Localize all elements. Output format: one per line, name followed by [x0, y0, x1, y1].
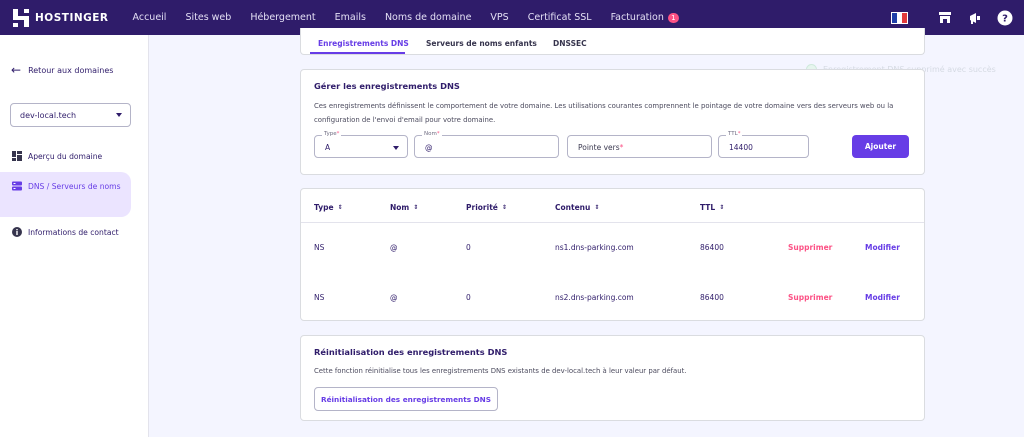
- chevron-down-icon: [116, 113, 122, 117]
- nav-hebergement[interactable]: Hébergement: [250, 12, 315, 23]
- nav-sites-web[interactable]: Sites web: [185, 12, 231, 23]
- row2-content: ns2.dns-parking.com: [555, 293, 634, 302]
- column-header-ttl[interactable]: TTL ⇕: [700, 203, 724, 212]
- tab-dnssec[interactable]: DNSSEC: [553, 39, 587, 48]
- domain-select-value: dev-local.tech: [20, 110, 77, 120]
- sort-icon: ⇕: [719, 204, 725, 211]
- name-value: @: [425, 143, 433, 152]
- active-tab-indicator: [310, 52, 405, 54]
- sidebar-item-dns[interactable]: DNS / Serveurs de noms: [0, 172, 131, 217]
- billing-badge: 1: [667, 12, 679, 23]
- sort-icon: ⇕: [501, 204, 507, 211]
- sidebar-item-label: DNS / Serveurs de noms: [28, 182, 121, 191]
- column-header-content[interactable]: Contenu ⇕: [555, 203, 599, 212]
- svg-text:?: ?: [1002, 13, 1008, 24]
- row2-priority: 0: [466, 293, 471, 302]
- ttl-field[interactable]: TTL* 14400: [718, 131, 809, 158]
- row2-name: @: [390, 293, 398, 302]
- ttl-label: TTL*: [726, 131, 743, 137]
- server-icon: [12, 181, 22, 191]
- sort-icon: ⇕: [413, 204, 419, 211]
- sidebar-item-apercu[interactable]: Aperçu du domaine: [0, 149, 131, 164]
- nav-facturation-label: Facturation: [610, 12, 664, 23]
- nav-accueil[interactable]: Accueil: [133, 12, 167, 23]
- info-icon: [12, 227, 22, 237]
- type-label: Type*: [322, 131, 342, 137]
- store-icon[interactable]: [936, 9, 954, 27]
- dns-tabs: Enregistrements DNS Serveurs de noms enf…: [300, 28, 925, 55]
- hostinger-logo-icon: [13, 8, 29, 27]
- sidebar-item-contact[interactable]: Informations de contact: [0, 225, 131, 240]
- row1-content: ns1.dns-parking.com: [555, 243, 634, 252]
- nav-facturation[interactable]: Facturation 1: [611, 12, 679, 23]
- sidebar: ← Retour aux domaines dev-local.tech Ape…: [0, 35, 149, 437]
- tab-enregistrements-dns[interactable]: Enregistrements DNS: [318, 39, 409, 48]
- nav-vps[interactable]: VPS: [490, 12, 508, 23]
- sort-icon: ⇕: [594, 204, 600, 211]
- name-label: Nom*: [422, 131, 442, 137]
- reset-dns-card: Réinitialisation des enregistrements DNS…: [300, 335, 925, 421]
- reset-dns-title: Réinitialisation des enregistrements DNS: [314, 347, 508, 357]
- back-to-domains-label: Retour aux domaines: [28, 65, 114, 75]
- row2-type: NS: [314, 293, 325, 302]
- manage-dns-card: Gérer les enregistrements DNS Ces enregi…: [300, 69, 925, 175]
- reset-dns-description: Cette fonction réinitialise tous les enr…: [314, 367, 687, 375]
- sidebar-item-label: Informations de contact: [28, 228, 119, 237]
- nav-emails[interactable]: Emails: [335, 12, 366, 23]
- manage-dns-description: Ces enregistrements définissent le compo…: [314, 102, 894, 124]
- row1-edit-button[interactable]: Modifier: [865, 243, 900, 252]
- reset-dns-button[interactable]: Réinitialisation des enregistrements DNS: [314, 387, 498, 411]
- sort-icon: ⇕: [337, 204, 343, 211]
- type-select[interactable]: Type* A: [314, 131, 408, 158]
- points-to-field[interactable]: Pointe vers*: [567, 135, 712, 158]
- chevron-down-icon: [393, 146, 399, 150]
- france-flag-icon[interactable]: [891, 11, 908, 24]
- sidebar-item-label: Aperçu du domaine: [28, 152, 103, 161]
- row1-priority: 0: [466, 243, 471, 252]
- ttl-value: 14400: [729, 143, 753, 152]
- points-to-placeholder: Pointe vers*: [578, 143, 624, 152]
- nav-noms-de-domaine[interactable]: Noms de domaine: [385, 12, 471, 23]
- domain-select[interactable]: dev-local.tech: [10, 103, 131, 127]
- tab-serveurs-noms-enfants[interactable]: Serveurs de noms enfants: [426, 39, 537, 48]
- brand-name: HOSTINGER: [35, 11, 109, 24]
- column-header-type[interactable]: Type ⇕: [314, 203, 343, 212]
- manage-dns-title: Gérer les enregistrements DNS: [314, 81, 460, 91]
- dns-records-table: Type ⇕ Nom ⇕ Priorité ⇕ Contenu ⇕ TTL ⇕ NS @ …: [300, 188, 925, 321]
- row1-name: @: [390, 243, 398, 252]
- row2-delete-button[interactable]: Supprimer: [788, 293, 832, 302]
- row1-delete-button[interactable]: Supprimer: [788, 243, 832, 252]
- name-field[interactable]: Nom* @: [414, 131, 559, 158]
- row2-edit-button[interactable]: Modifier: [865, 293, 900, 302]
- table-header-divider: [301, 222, 924, 223]
- row1-type: NS: [314, 243, 325, 252]
- main-nav: Accueil Sites web Hébergement Emails Nom…: [133, 12, 698, 23]
- row1-ttl: 86400: [700, 243, 724, 252]
- column-header-name[interactable]: Nom ⇕: [390, 203, 418, 212]
- add-record-button[interactable]: Ajouter: [852, 135, 909, 158]
- hostinger-logo[interactable]: HOSTINGER: [13, 8, 109, 27]
- row2-ttl: 86400: [700, 293, 724, 302]
- megaphone-icon[interactable]: [966, 9, 984, 27]
- back-to-domains-link[interactable]: ← Retour aux domaines: [11, 63, 113, 77]
- column-header-priority[interactable]: Priorité ⇕: [466, 203, 507, 212]
- nav-certificat-ssl[interactable]: Certificat SSL: [528, 12, 592, 23]
- arrow-left-icon: ←: [11, 63, 22, 77]
- type-value: A: [325, 143, 331, 152]
- help-icon[interactable]: ?: [996, 9, 1014, 27]
- grid-icon: [12, 151, 22, 161]
